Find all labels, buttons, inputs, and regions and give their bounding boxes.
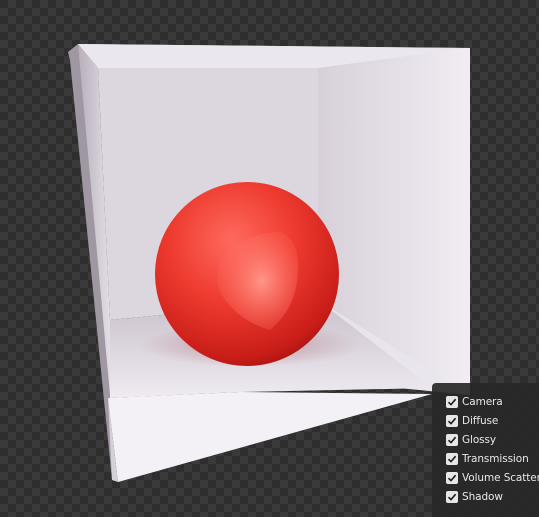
pass-volume-scatter[interactable]: Volume Scatter <box>446 468 539 487</box>
checkmark-icon <box>447 398 457 406</box>
checkmark-icon <box>447 436 457 444</box>
checkmark-icon <box>447 455 457 463</box>
volume-scatter-checkbox[interactable] <box>446 471 458 484</box>
camera-label: Camera <box>462 395 503 408</box>
render-passes-panel: Camera Diffuse Glossy Transmission Volum… <box>432 383 539 517</box>
render-viewport[interactable]: Camera Diffuse Glossy Transmission Volum… <box>0 0 539 517</box>
camera-checkbox[interactable] <box>446 395 458 408</box>
shadow-label: Shadow <box>462 490 503 503</box>
glossy-checkbox[interactable] <box>446 433 458 446</box>
pass-diffuse[interactable]: Diffuse <box>446 411 539 430</box>
volume-scatter-label: Volume Scatter <box>462 471 539 484</box>
diffuse-checkbox[interactable] <box>446 414 458 427</box>
pass-glossy[interactable]: Glossy <box>446 430 539 449</box>
shadow-checkbox[interactable] <box>446 490 458 503</box>
diffuse-label: Diffuse <box>462 414 499 427</box>
pass-transmission[interactable]: Transmission <box>446 449 539 468</box>
glossy-label: Glossy <box>462 433 497 446</box>
transmission-checkbox[interactable] <box>446 452 458 465</box>
checkmark-icon <box>447 493 457 501</box>
checkmark-icon <box>447 474 457 482</box>
checkmark-icon <box>447 417 457 425</box>
box-bottom-face <box>108 392 432 482</box>
pass-shadow[interactable]: Shadow <box>446 487 539 506</box>
transmission-label: Transmission <box>462 452 529 465</box>
pass-camera[interactable]: Camera <box>446 392 539 411</box>
